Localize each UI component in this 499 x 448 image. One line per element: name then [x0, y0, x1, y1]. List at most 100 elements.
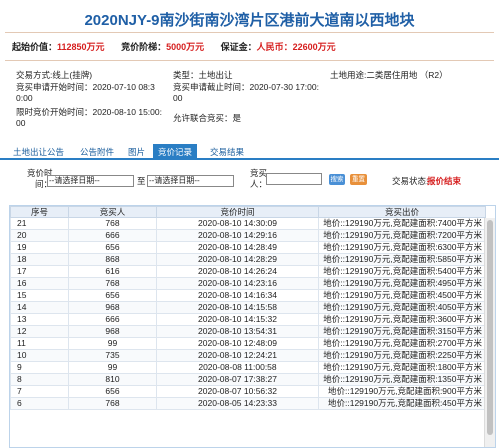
table-row: 12 968 2020-08-10 13:54:31 地价::129190万元,竞配建… — [10, 325, 486, 338]
row-bid-time: 2020-08-10 14:16:34 — [156, 289, 319, 302]
row-bidder: 735 — [68, 349, 157, 362]
divider — [5, 32, 494, 33]
table-row: 19 656 2020-08-10 14:28:49 地价::129190万元,竞配建… — [10, 241, 486, 254]
row-bid-time: 2020-08-10 14:15:32 — [156, 313, 319, 326]
scrollbar-thumb[interactable] — [487, 220, 493, 435]
row-index: 10 — [10, 349, 69, 362]
row-bid-price: 地价::129190万元,竞配建面积:4500平方米 — [318, 289, 486, 302]
row-bidder: 616 — [68, 265, 157, 278]
bidder-label-cont: 人： — [250, 179, 268, 189]
row-bidder: 99 — [68, 337, 157, 350]
row-index: 12 — [10, 325, 69, 338]
tab-attachments[interactable]: 公告附件 — [80, 146, 114, 158]
table-row: 14 968 2020-08-10 14:15:58 地价::129190万元,竞配建… — [10, 301, 486, 314]
row-bidder: 868 — [68, 253, 157, 266]
row-index: 19 — [10, 241, 69, 254]
start-price-value: 112850万元 — [57, 42, 105, 52]
tab-images[interactable]: 图片 — [128, 146, 145, 158]
table-row: 8 810 2020-08-07 17:38:27 地价::129190万元,竞配建面… — [10, 373, 486, 386]
table-row: 10 735 2020-08-10 12:24:21 地价::129190万元,竞配建… — [10, 349, 486, 362]
row-index: 20 — [10, 229, 69, 242]
date-from-input[interactable]: --请选择日期-- — [47, 175, 134, 187]
price-bar: 起始价值：112850万元 竞价阶梯：5000万元 保证金：人民币：22600万… — [12, 40, 350, 54]
row-bid-price: 地价::129190万元,竞配建面积:5850平方米 — [318, 253, 486, 266]
row-index: 15 — [10, 289, 69, 302]
table-row: 17 616 2020-08-10 14:26:24 地价::129190万元,竞配建… — [10, 265, 486, 278]
row-bid-time: 2020-08-10 14:23:16 — [156, 277, 319, 290]
row-bidder: 768 — [68, 277, 157, 290]
row-bid-time: 2020-08-10 14:26:24 — [156, 265, 319, 278]
trade-status-label: 交易状态: — [392, 176, 429, 186]
row-bidder: 968 — [68, 301, 157, 314]
row-bid-time: 2020-08-10 14:28:49 — [156, 241, 319, 254]
search-button[interactable]: 搜索 — [329, 174, 345, 185]
row-bid-time: 2020-08-10 14:28:29 — [156, 253, 319, 266]
bid-records-table: 序号 竞买人 竞价时间 竞买出价 21 768 2020-08-10 14:30:0… — [9, 205, 496, 448]
tab-trade-result[interactable]: 交易结果 — [210, 146, 244, 158]
row-bidder: 99 — [68, 361, 157, 374]
row-bidder: 666 — [68, 229, 157, 242]
row-bid-price: 地价::129190万元,竞配建面积:450平方米 — [318, 397, 486, 410]
tab-bid-records[interactable]: 竞价记录 — [153, 144, 198, 160]
start-price-label: 起始价值： — [12, 42, 58, 52]
row-bid-price: 地价::129190万元,竞配建面积:2700平方米 — [318, 337, 486, 350]
bid-step-label: 竞价阶梯： — [121, 42, 167, 52]
row-bid-price: 地价::129190万元,竞配建面积:4950平方米 — [318, 277, 486, 290]
col-header-bid-price: 竞买出价 — [318, 206, 486, 218]
row-index: 9 — [10, 361, 69, 374]
joint-bid: 允许联合竞买：是 — [173, 113, 242, 123]
table-header-row: 序号 竞买人 竞价时间 竞买出价 — [10, 206, 486, 218]
bid-start-time-cont: 00 — [16, 118, 26, 128]
row-bidder: 768 — [68, 397, 157, 410]
row-bid-time: 2020-08-07 10:56:32 — [156, 385, 319, 398]
row-bid-price: 地价::129190万元,竞配建面积:7400平方米 — [318, 217, 486, 230]
divider — [5, 60, 494, 61]
row-bidder: 810 — [68, 373, 157, 386]
row-bid-time: 2020-08-08 11:00:58 — [156, 361, 319, 374]
row-index: 17 — [10, 265, 69, 278]
deposit-label: 保证金： — [220, 42, 257, 52]
row-bid-time: 2020-08-10 13:54:31 — [156, 325, 319, 338]
apply-start-time: 竞买申请开始时间：2020-07-10 08:3 — [16, 82, 155, 92]
to-label: 至 — [137, 176, 146, 186]
bidder-input[interactable] — [266, 173, 322, 185]
page-title: 2020NJY-9南沙街南沙湾片区港前大道南以西地块 — [84, 12, 415, 29]
row-bidder: 656 — [68, 289, 157, 302]
row-index: 6 — [10, 397, 69, 410]
table-row: 18 868 2020-08-10 14:28:29 地价::129190万元,竞配建… — [10, 253, 486, 266]
deposit-value: 人民币：22600万元 — [256, 42, 336, 52]
apply-end-time-cont: 00 — [173, 93, 183, 103]
apply-start-time-cont: 0:00 — [16, 93, 33, 103]
row-bid-time: 2020-08-10 12:48:09 — [156, 337, 319, 350]
tab-land-notice[interactable]: 土地出让公告 — [13, 146, 64, 158]
row-bid-time: 2020-08-10 14:15:58 — [156, 301, 319, 314]
filter-bar: 竞价时 间： --请选择日期-- 至 --请选择日期-- 竞买 人： 搜索 重置… — [0, 166, 499, 196]
table-row: 21 768 2020-08-10 14:30:09 地价::129190万元,竞配建… — [10, 217, 486, 230]
row-index: 7 — [10, 385, 69, 398]
table-row: 11 99 2020-08-10 12:48:09 地价::129190万元,竞配建面… — [10, 337, 486, 350]
table-row: 13 666 2020-08-10 14:15:32 地价::129190万元,竞配建… — [10, 313, 486, 326]
row-bid-price: 地价::129190万元,竞配建面积:1350平方米 — [318, 373, 486, 386]
row-bid-price: 地价::129190万元,竞配建面积:3600平方米 — [318, 313, 486, 326]
table-row: 6 768 2020-08-05 14:23:33 地价::129190万元,竞配建面… — [10, 397, 486, 410]
row-bid-price: 地价::129190万元,竞配建面积:7200平方米 — [318, 229, 486, 242]
tab-bar: 土地出让公告 公告附件 图片 竞价记录 交易结果 — [0, 144, 499, 160]
bidder-label: 竞买 — [250, 168, 268, 178]
land-use: 土地用途:二类居住用地 （R2） — [330, 70, 448, 80]
row-index: 11 — [10, 337, 69, 350]
row-bid-time: 2020-08-10 12:24:21 — [156, 349, 319, 362]
scrollbar[interactable] — [484, 218, 495, 447]
date-to-input[interactable]: --请选择日期-- — [147, 175, 234, 187]
row-index: 16 — [10, 277, 69, 290]
reset-button[interactable]: 重置 — [350, 174, 367, 185]
row-index: 21 — [10, 217, 69, 230]
row-bid-price: 地价::129190万元,竞配建面积:6300平方米 — [318, 241, 486, 254]
row-index: 8 — [10, 373, 69, 386]
row-index: 14 — [10, 301, 69, 314]
col-header-bidder: 竞买人 — [68, 206, 157, 218]
row-bid-price: 地价::129190万元,竞配建面积:900平方米 — [318, 385, 486, 398]
col-header-bid-time: 竞价时间 — [156, 206, 319, 218]
row-bidder: 656 — [68, 385, 157, 398]
trade-method: 交易方式:线上(挂牌) — [16, 70, 93, 80]
row-bid-time: 2020-08-05 14:23:33 — [156, 397, 319, 410]
